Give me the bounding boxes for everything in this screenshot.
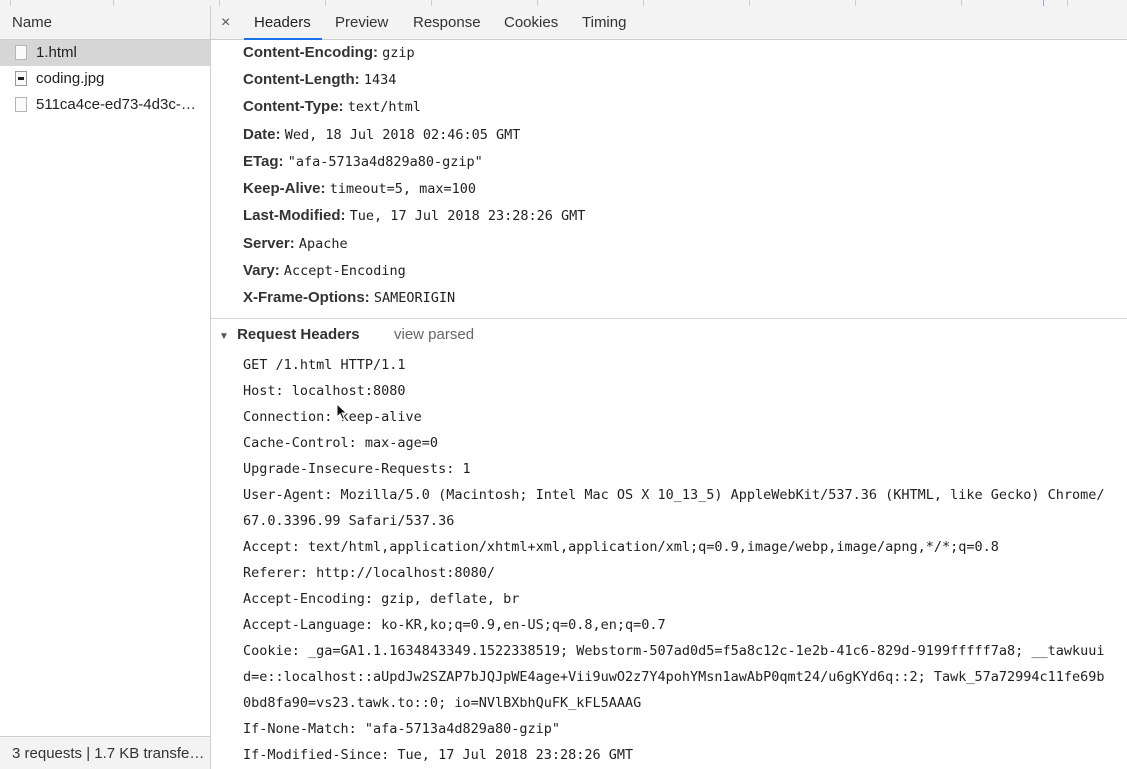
request-header-line: Accept: text/html,application/xhtml+xml,… <box>243 539 999 555</box>
request-header-line: Upgrade-Insecure-Requests: 1 <box>243 461 471 477</box>
tab-headers[interactable]: Headers <box>244 6 322 40</box>
request-header-line: 67.0.3396.99 Safari/537.36 <box>243 513 455 529</box>
header-key: Date: <box>243 126 281 143</box>
request-header-line: Host: localhost:8080 <box>243 383 406 399</box>
network-request-list: Name 1.html coding.jpg 511ca4ce-ed73-4d3… <box>0 6 211 769</box>
request-header-line: GET /1.html HTTP/1.1 <box>243 357 406 373</box>
request-header-line: d=e::localhost::aUpdJw2SZAP7bJQJpWE4age+… <box>243 669 1105 685</box>
header-value: Tue, 17 Jul 2018 23:28:26 GMT <box>349 208 586 224</box>
request-header-line: Accept-Encoding: gzip, deflate, br <box>243 591 520 607</box>
close-icon[interactable]: × <box>221 6 230 39</box>
request-header-line: Referer: http://localhost:8080/ <box>243 565 495 581</box>
header-key: Keep-Alive: <box>243 180 326 197</box>
request-name: 1.html <box>36 44 77 61</box>
section-divider <box>211 318 1127 319</box>
response-header-row: Server: Apache <box>243 235 348 252</box>
request-name: coding.jpg <box>36 70 105 87</box>
request-header-line: User-Agent: Mozilla/5.0 (Macintosh; Inte… <box>243 487 1105 503</box>
header-key: Content-Encoding: <box>243 44 378 61</box>
header-key: X-Frame-Options: <box>243 289 370 306</box>
request-header-line: Cache-Control: max-age=0 <box>243 435 439 451</box>
response-header-row: Content-Encoding: gzip <box>243 44 415 61</box>
response-header-row: Content-Type: text/html <box>243 98 421 115</box>
response-header-row: Content-Length: 1434 <box>243 71 396 88</box>
header-value: Accept-Encoding <box>283 263 406 279</box>
document-icon <box>15 45 27 60</box>
status-summary: 3 requests | 1.7 KB transfe… <box>0 736 210 769</box>
response-header-row: X-Frame-Options: SAMEORIGIN <box>243 289 455 306</box>
details-tab-bar: × Headers Preview Response Cookies Timin… <box>211 6 1127 40</box>
request-headers-toggle[interactable]: ▼ Request Headers <box>219 326 360 343</box>
document-icon <box>15 97 27 112</box>
response-header-row: ETag: "afa-5713a4d829a80-gzip" <box>243 153 483 170</box>
mouse-pointer-icon <box>336 403 348 421</box>
name-column-header[interactable]: Name <box>0 6 210 40</box>
response-header-row: Vary: Accept-Encoding <box>243 262 406 279</box>
tab-preview[interactable]: Preview <box>335 6 388 39</box>
response-header-row: Date: Wed, 18 Jul 2018 02:46:05 GMT <box>243 126 520 143</box>
request-name: 511ca4ce-ed73-4d3c-… <box>36 96 196 113</box>
request-header-line: Accept-Language: ko-KR,ko;q=0.9,en-US;q=… <box>243 617 666 633</box>
view-parsed-link[interactable]: view parsed <box>394 326 474 343</box>
header-key: Content-Length: <box>243 71 360 88</box>
request-header-line: Cookie: _ga=GA1.1.1634843349.1522338519;… <box>243 643 1105 659</box>
response-header-row: Last-Modified: Tue, 17 Jul 2018 23:28:26… <box>243 207 585 224</box>
header-value: Wed, 18 Jul 2018 02:46:05 GMT <box>284 127 521 143</box>
header-key: Content-Type: <box>243 98 344 115</box>
tab-timing[interactable]: Timing <box>582 6 626 39</box>
response-header-row: Keep-Alive: timeout=5, max=100 <box>243 180 476 197</box>
header-value: 1434 <box>363 72 397 88</box>
request-header-line: If-Modified-Since: Tue, 17 Jul 2018 23:2… <box>243 747 634 763</box>
request-details-panel: × Headers Preview Response Cookies Timin… <box>211 6 1127 769</box>
triangle-down-icon: ▼ <box>219 331 229 342</box>
tab-cookies[interactable]: Cookies <box>504 6 558 39</box>
image-file-icon <box>15 71 27 86</box>
header-value: SAMEORIGIN <box>373 290 456 306</box>
header-key: ETag: <box>243 153 284 170</box>
header-key: Vary: <box>243 262 280 279</box>
tab-response[interactable]: Response <box>413 6 481 39</box>
header-value: text/html <box>347 99 421 115</box>
request-row-2[interactable]: coding.jpg <box>0 66 210 92</box>
section-title: Request Headers <box>237 326 360 343</box>
request-header-line: Connection: keep-alive <box>243 409 422 425</box>
request-header-line: If-None-Match: "afa-5713a4d829a80-gzip" <box>243 721 560 737</box>
header-value: "afa-5713a4d829a80-gzip" <box>287 154 483 170</box>
header-key: Last-Modified: <box>243 207 346 224</box>
header-value: timeout=5, max=100 <box>329 181 477 197</box>
request-header-line: 0bd8fa90=vs23.tawk.to::0; io=NVlBXbhQuFK… <box>243 695 642 711</box>
header-value: gzip <box>382 45 415 61</box>
header-value: Apache <box>298 236 348 252</box>
request-row-1[interactable]: 1.html <box>0 40 210 66</box>
request-row-3[interactable]: 511ca4ce-ed73-4d3c-… <box>0 92 210 118</box>
header-key: Server: <box>243 235 295 252</box>
